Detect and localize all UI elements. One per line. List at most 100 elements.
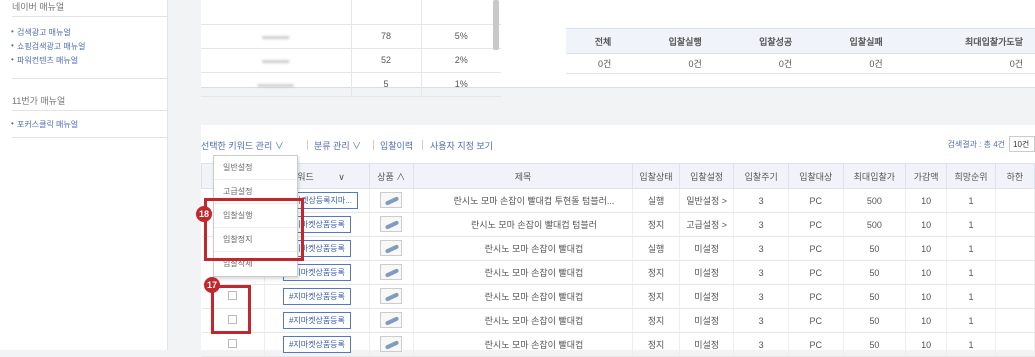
product-thumbnail[interactable] xyxy=(380,239,403,256)
product-thumbnail[interactable] xyxy=(380,335,403,352)
increment-cell: 10 xyxy=(905,308,948,333)
header-bid-fail: 입찰실패 xyxy=(804,28,895,54)
max-bid-cell: 500 xyxy=(843,188,907,213)
product-cell xyxy=(369,236,414,261)
sidebar: 네이버 매뉴얼 검색광고 매뉴얼 쇼핑검색광고 매뉴얼 파워컨텐츠 매뉴얼 11… xyxy=(0,0,168,350)
keyword-tag[interactable]: #지마켓상품등록 xyxy=(282,312,351,329)
divider xyxy=(422,140,423,150)
table-row: #지마켓상품등록 란시노 모마 손잡이 빨대컵 정지 미설정 3 PC 50 10 1 xyxy=(201,332,1035,357)
setting-cell[interactable]: 미설정 xyxy=(679,332,735,357)
lower-limit-cell xyxy=(995,236,1035,261)
header-product[interactable]: 상품 ∧ xyxy=(368,163,414,189)
max-bid-cell: 50 xyxy=(843,260,907,285)
table-row: #지마켓상등록지마... 란시노 모마 손잡이 빨대컵 투현돌 텀블러... 실행 일… xyxy=(201,188,1035,213)
value-total: 0건 xyxy=(566,53,624,74)
chevron-down-icon: ∨ xyxy=(352,141,362,151)
lower-limit-cell xyxy=(995,284,1035,309)
title-cell: 란시노 모마 손잡이 빨대컵 xyxy=(413,236,634,261)
sidebar-group-naver-title: 네이버 매뉴얼 xyxy=(12,2,65,12)
divider xyxy=(307,140,308,150)
setting-cell[interactable]: 미설정 xyxy=(679,284,735,309)
divider xyxy=(373,140,374,150)
sidebar-link-shopping-ad[interactable]: 쇼핑검색광고 매뉴얼 xyxy=(11,41,86,52)
table-cell xyxy=(350,0,422,25)
table-row: #지마켓상품등록 란시노 모마 손잡이 빨대컵 정지 미설정 3 PC 50 10 1 xyxy=(201,284,1035,309)
table-cell: 2% xyxy=(421,48,501,73)
cycle-cell: 3 xyxy=(733,188,789,213)
target-cell: PC xyxy=(788,332,844,357)
header-status: 입찰상태 xyxy=(632,163,680,189)
header-setting: 입찰설정 xyxy=(678,163,735,189)
menu-item-general-setting[interactable]: 일반설정 xyxy=(214,156,297,180)
status-cell: 실행 xyxy=(632,188,680,213)
product-thumbnail[interactable] xyxy=(380,311,403,328)
chevron-up-icon: ∧ xyxy=(396,171,406,182)
blurred-keyword: ▬▬▬▬ xyxy=(201,72,351,97)
sidebar-link-search-ad[interactable]: 검색광고 매뉴얼 xyxy=(11,27,71,38)
value-bid-success: 0건 xyxy=(713,53,805,74)
target-cell: PC xyxy=(788,212,844,237)
divider xyxy=(12,78,168,79)
title-cell: 란시노 모마 손잡이 빨대컵 xyxy=(413,284,634,309)
status-cell: 정지 xyxy=(632,308,680,333)
callout-badge-18: 18 xyxy=(196,206,212,222)
product-cell xyxy=(369,308,414,333)
setting-cell[interactable]: 미설정 xyxy=(679,236,735,261)
max-bid-cell: 50 xyxy=(843,284,907,309)
selected-keyword-mgmt-button[interactable]: 선택한 키워드 관리 ∨ xyxy=(201,139,284,152)
category-mgmt-button[interactable]: 분류 관리 ∨ xyxy=(314,139,361,152)
blurred-keyword: ▬▬▬ xyxy=(201,24,351,49)
callout-badge-17: 17 xyxy=(204,277,220,293)
cycle-cell: 3 xyxy=(733,284,789,309)
value-max-bid-reached: 0건 xyxy=(894,53,1035,74)
user-custom-view-link[interactable]: 사용자 지정 보기 xyxy=(430,139,493,152)
increment-cell: 10 xyxy=(905,236,948,261)
rank-cell: 1 xyxy=(946,308,996,333)
cycle-cell: 3 xyxy=(733,332,789,357)
page-size-select[interactable]: 10건 xyxy=(1009,136,1035,152)
sidebar-link-focus-click[interactable]: 포커스클릭 매뉴얼 xyxy=(11,119,78,130)
title-cell: 란시노 모마 손잡이 빨대컵 투현돌 텀블러... xyxy=(413,188,634,213)
max-bid-cell: 50 xyxy=(843,236,907,261)
callout-box-17 xyxy=(211,285,251,334)
keyword-tag[interactable]: #지마켓상품등록 xyxy=(282,288,351,305)
rank-cell: 1 xyxy=(946,284,996,309)
table-cell: 5% xyxy=(421,24,501,49)
product-thumbnail[interactable] xyxy=(380,191,403,208)
sidebar-link-power-content[interactable]: 파워컨텐츠 매뉴얼 xyxy=(11,55,78,66)
product-thumbnail[interactable] xyxy=(380,215,403,232)
product-thumbnail[interactable] xyxy=(380,287,403,304)
table-row: ▬▬▬▬ 5 1% xyxy=(201,72,501,97)
setting-cell[interactable]: 미설정 xyxy=(679,260,735,285)
keyword-tag[interactable]: #지마켓상품등록 xyxy=(282,336,351,353)
target-cell: PC xyxy=(788,284,844,309)
header-max-bid-reached: 최대입찰가도달 xyxy=(894,28,1035,54)
table-row: #지마켓상품등록 란시노 모마 손잡이 빨대컵 실행 미설정 3 PC 50 10 1 xyxy=(201,236,1035,261)
table-cell: 52 xyxy=(350,48,422,73)
table-row: #지마켓상품등록 란시노 모마 손잡이 빨대컵 정지 미설정 3 PC 50 10 1 xyxy=(201,260,1035,285)
header-target: 입찰대상 xyxy=(787,163,844,189)
max-bid-cell: 50 xyxy=(843,332,907,357)
lower-limit-cell xyxy=(995,260,1035,285)
target-cell: PC xyxy=(788,260,844,285)
target-cell: PC xyxy=(788,188,844,213)
product-thumbnail[interactable] xyxy=(380,263,403,280)
row-checkbox-cell xyxy=(201,332,266,357)
table-row: ▬▬▬ 52 2% xyxy=(201,48,501,73)
divider xyxy=(12,110,168,111)
increment-cell: 10 xyxy=(905,332,948,357)
setting-cell[interactable]: 일반설정 > xyxy=(679,188,735,213)
setting-cell[interactable]: 미설정 xyxy=(679,308,735,333)
increment-cell: 10 xyxy=(905,188,948,213)
bid-history-link[interactable]: 입찰이력 xyxy=(380,139,413,152)
product-cell xyxy=(369,284,414,309)
table-row: #지마켓상품등록 란시노 모마 손잡이 빨대컵 텀블러 정지 고급설정 >3 PC 500… xyxy=(201,212,1035,237)
vertical-scrollbar[interactable] xyxy=(493,0,499,50)
table-row xyxy=(201,0,501,25)
keyword-table: 키워드 ∨ 상품 ∧ 제목 입찰상태 입찰설정 입찰주기 입찰대상 최대입찰가 … xyxy=(200,163,1035,357)
title-cell: 란시노 모마 손잡이 빨대컵 xyxy=(413,308,634,333)
row-checkbox[interactable] xyxy=(228,339,238,348)
category-mgmt-label: 분류 관리 xyxy=(314,141,350,151)
table-row: ▬▬▬ 78 5% xyxy=(201,24,501,49)
setting-cell[interactable]: 고급설정 > xyxy=(679,212,735,237)
